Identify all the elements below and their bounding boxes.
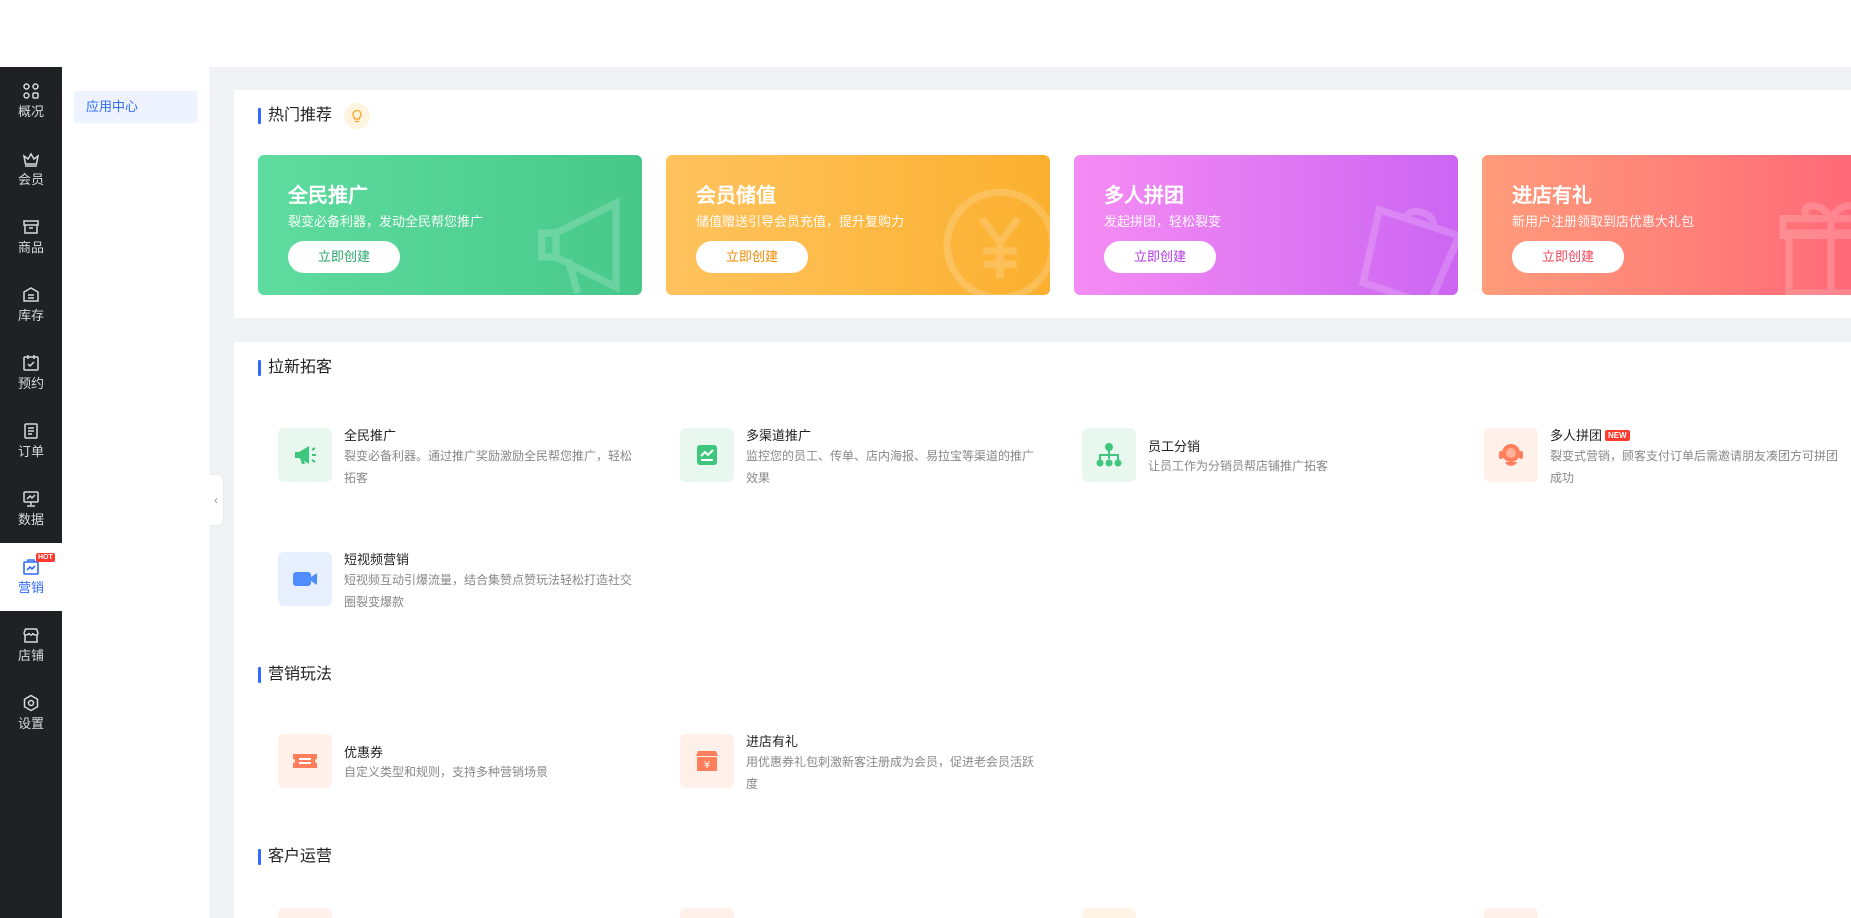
- yuan-coin-icon: [943, 188, 1050, 295]
- app-name: 全民推广: [344, 428, 397, 443]
- section-title: 客户运营: [258, 847, 332, 867]
- app-item-promotion[interactable]: 全民推广 裂变必备利器。通过推广奖励激励全民帮您推广，轻松拓客: [278, 428, 638, 492]
- crown-icon: [22, 152, 40, 167]
- app-name: 优惠券: [344, 745, 384, 760]
- channel-chart-icon: [680, 428, 734, 482]
- sidebar-item-label: 店铺: [17, 648, 44, 663]
- hot-card-new-customer-gift: 进店有礼 新用户注册领取到店优惠大礼包 立即创建: [1482, 155, 1851, 295]
- sidebar-item-goods[interactable]: 商品: [0, 203, 62, 271]
- app-desc: 裂变必备利器。通过推广奖励激励全民帮您推广，轻松拓客: [344, 449, 633, 485]
- megaphone-icon: [538, 197, 620, 294]
- calendar-check-icon: [23, 355, 39, 371]
- sidebar-item-shop[interactable]: 店铺: [0, 611, 62, 679]
- store-gift-icon: ¥: [680, 734, 734, 788]
- card-title: 进店有礼: [1512, 185, 1592, 207]
- create-button[interactable]: 立即创建: [288, 241, 400, 273]
- app-desc: 用优惠券礼包刺激新客注册成为会员，促进老会员活跃度: [746, 755, 1035, 791]
- create-button[interactable]: 立即创建: [1512, 241, 1624, 273]
- sidebar-item-booking[interactable]: 预约: [0, 339, 62, 407]
- app-item-group-buy[interactable]: 多人拼团 NEW 裂变式营销，顾客支付订单后需邀请朋友凑团方可拼团成功: [1484, 428, 1844, 492]
- sidebar-item-label: 营销: [17, 580, 44, 595]
- chevron-left-icon: ‹: [214, 493, 218, 507]
- shopping-bag-icon: [1358, 205, 1458, 295]
- app-desc: 自定义类型和规则，支持多种营销场景: [344, 765, 549, 779]
- app-desc: 监控您的员工、传单、店内海报、易拉宝等渠道的推广效果: [746, 449, 1035, 485]
- subnav-item-app-center[interactable]: 应用中心: [74, 91, 197, 123]
- video-camera-icon: [278, 552, 332, 606]
- sidebar-item-label: 订单: [17, 444, 44, 459]
- app-name-text: 多人拼团: [1550, 428, 1603, 443]
- group-buy-icon: [1484, 428, 1538, 482]
- sidebar-item-label: 库存: [17, 308, 44, 323]
- app-desc: 让员工作为分销员帮店铺推广拓客: [1148, 459, 1329, 473]
- app-icon-partial: [1484, 908, 1538, 918]
- shop-icon: [23, 628, 39, 643]
- sidebar-item-member[interactable]: 会员: [0, 135, 62, 203]
- sidebar-item-settings[interactable]: 设置: [0, 679, 62, 747]
- main-sidebar: 概况 会员 商品 库存 预约 订单 数据 HOT 营销 店铺 设置: [0, 67, 62, 918]
- sidebar-item-data[interactable]: 数据: [0, 475, 62, 543]
- app-icon-partial: [278, 908, 332, 918]
- app-item-multi-channel[interactable]: 多渠道推广 监控您的员工、传单、店内海报、易拉宝等渠道的推广效果: [680, 428, 1040, 492]
- app-desc: 裂变式营销，顾客支付订单后需邀请朋友凑团方可拼团成功: [1550, 449, 1839, 485]
- sidebar-item-label: 商品: [17, 240, 44, 255]
- inventory-icon: [23, 287, 39, 302]
- app-icon-partial: [680, 908, 734, 918]
- lightbulb-icon: [344, 103, 370, 129]
- coupon-icon: [278, 734, 332, 788]
- app-item-staff-distribution[interactable]: 员工分销 让员工作为分销员帮店铺推广拓客: [1082, 428, 1442, 492]
- chart-monitor-icon: [23, 491, 39, 507]
- section-title: 拉新拓客: [258, 358, 332, 378]
- sidebar-item-label: 会员: [17, 172, 44, 187]
- org-tree-icon: [1082, 428, 1136, 482]
- sidebar-item-inventory[interactable]: 库存: [0, 271, 62, 339]
- sidebar-item-overview[interactable]: 概况: [0, 67, 62, 135]
- card-title: 会员储值: [696, 185, 776, 207]
- section-title: 热门推荐: [258, 106, 332, 126]
- sidebar-item-label: 预约: [17, 376, 44, 391]
- app-name: 多渠道推广: [746, 428, 812, 443]
- app-item-short-video[interactable]: 短视频营销 短视频互动引爆流量，结合集赞点赞玩法轻松打造社交圈裂变爆款: [278, 552, 638, 616]
- app-list-panel: 拉新拓客 全民推广 裂变必备利器。通过推广奖励激励全民帮您推广，轻松拓客 多渠道…: [234, 342, 1851, 918]
- settings-icon: [23, 694, 39, 712]
- app-name: 短视频营销: [344, 552, 410, 567]
- hot-card-promotion: 全民推广 裂变必备利器，发动全民帮您推广 立即创建: [258, 155, 642, 295]
- create-button[interactable]: 立即创建: [1104, 241, 1216, 273]
- app-desc: 短视频互动引爆流量，结合集赞点赞玩法轻松打造社交圈裂变爆款: [344, 573, 633, 609]
- top-bar: [0, 0, 1851, 67]
- sub-navigation: 应用中心: [62, 67, 209, 918]
- grid-icon: [23, 83, 39, 99]
- hot-card-group-buy: 多人拼团 发起拼团，轻松裂变 立即创建: [1074, 155, 1458, 295]
- order-list-icon: [24, 423, 38, 439]
- app-item-store-gift[interactable]: ¥ 进店有礼 用优惠券礼包刺激新客注册成为会员，促进老会员活跃度: [680, 734, 1040, 798]
- store-icon: [23, 220, 39, 234]
- app-name: 多人拼团 NEW: [1550, 425, 1630, 444]
- app-item-coupon[interactable]: 优惠券 自定义类型和规则，支持多种营销场景: [278, 734, 638, 798]
- section-title: 营销玩法: [258, 665, 332, 685]
- app-name: 进店有礼: [746, 734, 799, 749]
- sidebar-item-label: 概况: [17, 104, 44, 119]
- hot-badge: HOT: [36, 553, 55, 562]
- card-desc: 储值赠送引导会员充值，提升复购力: [696, 214, 905, 229]
- sidebar-item-label: 数据: [17, 512, 44, 527]
- card-title: 多人拼团: [1104, 185, 1184, 207]
- sidebar-item-marketing[interactable]: HOT 营销: [0, 543, 62, 611]
- card-desc: 新用户注册领取到店优惠大礼包: [1512, 214, 1695, 229]
- sidebar-item-orders[interactable]: 订单: [0, 407, 62, 475]
- megaphone-icon: [278, 428, 332, 482]
- svg-text:¥: ¥: [704, 760, 710, 771]
- app-icon-partial: [1082, 908, 1136, 918]
- gift-box-icon: [1779, 202, 1851, 295]
- hot-card-stored-value: 会员储值 储值赠送引导会员充值，提升复购力 立即创建: [666, 155, 1050, 295]
- sidebar-item-label: 设置: [17, 716, 44, 731]
- card-desc: 发起拼团，轻松裂变: [1104, 214, 1222, 229]
- create-button[interactable]: 立即创建: [696, 241, 808, 273]
- card-desc: 裂变必备利器，发动全民帮您推广: [288, 214, 484, 229]
- new-badge: NEW: [1605, 430, 1630, 441]
- collapse-sidebar-button[interactable]: ‹: [209, 475, 223, 525]
- app-name: 员工分销: [1148, 439, 1201, 454]
- card-title: 全民推广: [288, 185, 368, 207]
- hot-recommend-panel: 热门推荐 全民推广 裂变必备利器，发动全民帮您推广 立即创建 会员储值 储值赠送…: [234, 90, 1851, 318]
